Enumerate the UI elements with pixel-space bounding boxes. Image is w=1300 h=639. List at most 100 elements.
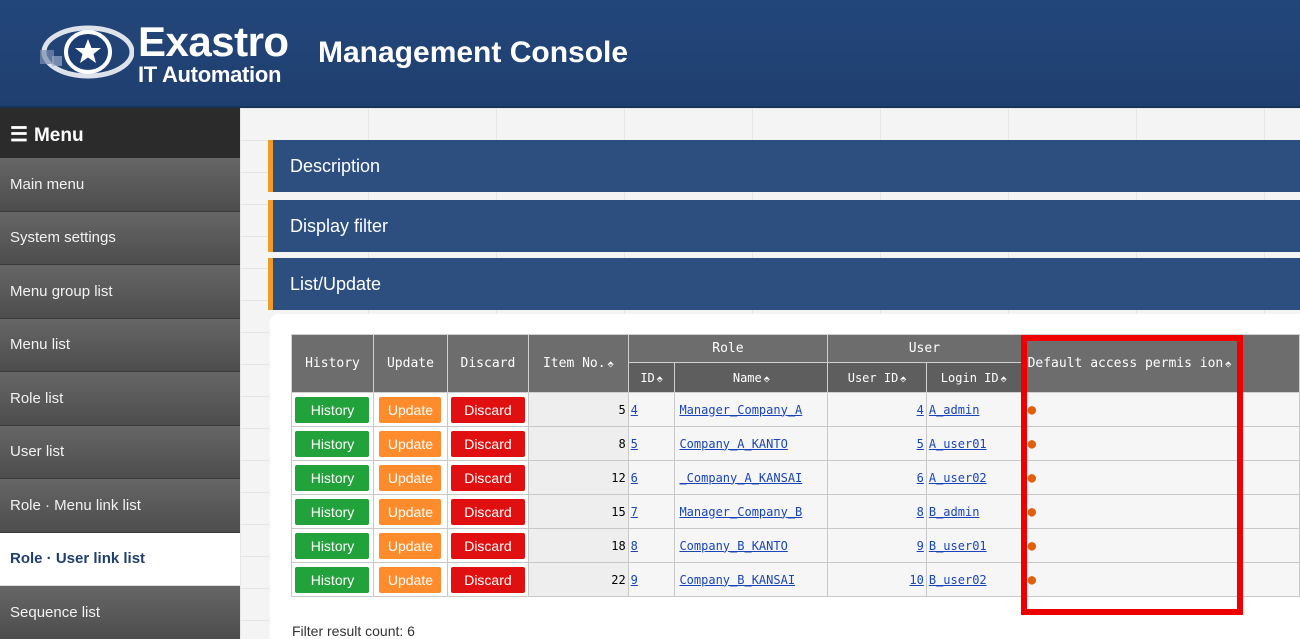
history-button[interactable]: History: [295, 396, 370, 423]
user-id-link[interactable]: 4: [917, 403, 924, 417]
discard-button[interactable]: Discard: [450, 532, 525, 559]
item-no-cell: 15: [527, 494, 629, 529]
update-button[interactable]: Update: [379, 430, 442, 457]
login-id-link[interactable]: B_user02: [929, 573, 987, 587]
exastro-logo: Exastro IT Automation: [30, 18, 289, 88]
user-id-link[interactable]: 9: [917, 539, 924, 553]
main-content: Description Display filter List/Update H…: [240, 108, 1300, 639]
app-title: Management Console: [318, 36, 629, 69]
section-description[interactable]: Description: [268, 140, 1300, 192]
update-button[interactable]: Update: [379, 566, 442, 593]
discard-button[interactable]: Discard: [450, 498, 525, 525]
discard-button[interactable]: Discard: [450, 430, 525, 457]
col-default-access[interactable]: Default access permis ion ⬘: [1020, 334, 1300, 393]
sidebar-item-main-menu[interactable]: Main menu: [0, 158, 240, 212]
sidebar-item-system-settings[interactable]: System settings: [0, 211, 240, 265]
sort-icon: ⬘: [763, 373, 770, 385]
sort-icon: ⬘: [900, 373, 907, 385]
col-update: Update: [372, 334, 448, 393]
role-name-link[interactable]: Company_A_KANTO: [679, 437, 787, 451]
role-id-link[interactable]: 6: [631, 471, 638, 485]
logo-star-icon: [40, 25, 134, 79]
discard-button[interactable]: Discard: [450, 464, 525, 491]
update-button[interactable]: Update: [379, 498, 442, 525]
sidebar-item-role-user-link-list[interactable]: Role · User link list: [0, 532, 240, 586]
history-button[interactable]: History: [295, 566, 370, 593]
table-row: History Update Discard 15 7 Manager_Company_B…: [291, 494, 1300, 529]
history-button[interactable]: History: [295, 498, 370, 525]
sort-icon: ⬘: [1225, 359, 1232, 370]
default-access-mark: ●: [1027, 503, 1037, 520]
sidebar-item-role-list[interactable]: Role list: [0, 372, 240, 426]
history-button[interactable]: History: [295, 464, 370, 491]
app-header: Exastro IT Automation Management Console: [0, 0, 1300, 108]
role-id-link[interactable]: 7: [631, 505, 638, 519]
sort-icon: ⬘: [1000, 373, 1007, 385]
sidebar-item-menu-group-list[interactable]: Menu group list: [0, 265, 240, 319]
filter-result-count: Filter result count: 6: [292, 623, 415, 639]
col-item-no[interactable]: Item No. ⬘: [527, 334, 629, 393]
sort-icon: ⬘: [607, 359, 614, 370]
discard-button[interactable]: Discard: [450, 396, 525, 423]
col-history: History: [291, 334, 374, 393]
col-user-id[interactable]: User ID ⬘: [827, 362, 927, 393]
role-id-link[interactable]: 9: [631, 573, 638, 587]
user-id-link[interactable]: 10: [909, 573, 923, 587]
role-id-link[interactable]: 5: [631, 437, 638, 451]
default-access-mark: ●: [1027, 537, 1037, 554]
col-group-user: User: [827, 334, 1022, 363]
user-id-link[interactable]: 5: [917, 437, 924, 451]
login-id-link[interactable]: A_admin: [929, 403, 980, 417]
role-user-link-table: History Update Discard Item No. ⬘ Role Us…: [291, 334, 1300, 597]
table-row: History Update Discard 5 4 Manager_Company_A 4…: [291, 392, 1300, 427]
login-id-link[interactable]: B_admin: [929, 505, 980, 519]
logo-subtitle: IT Automation: [138, 62, 282, 87]
col-role-id[interactable]: ID ⬘: [627, 362, 676, 393]
login-id-link[interactable]: A_user01: [929, 437, 987, 451]
table-row: History Update Discard 12 6 _Company_A_KANSAI…: [291, 460, 1300, 495]
sidebar: ☰ Menu Main menu System settings Menu gro…: [0, 108, 240, 639]
sidebar-item-menu-list[interactable]: Menu list: [0, 318, 240, 372]
col-role-name[interactable]: Name ⬘: [674, 362, 829, 393]
col-discard: Discard: [446, 334, 529, 393]
user-id-link[interactable]: 8: [917, 505, 924, 519]
section-list-update[interactable]: List/Update: [268, 258, 1300, 310]
role-name-link[interactable]: Manager_Company_A: [679, 403, 802, 417]
default-access-mark: ●: [1027, 571, 1037, 588]
role-id-link[interactable]: 4: [631, 403, 638, 417]
table-row: History Update Discard 8 5 Company_A_KANTO 5 A_…: [291, 426, 1300, 461]
discard-button[interactable]: Discard: [450, 566, 525, 593]
item-no-cell: 8: [527, 426, 629, 461]
col-login-id[interactable]: Login ID ⬘: [925, 362, 1022, 393]
update-button[interactable]: Update: [379, 464, 442, 491]
role-name-link[interactable]: _Company_A_KANSAI: [679, 471, 802, 485]
update-button[interactable]: Update: [379, 396, 442, 423]
item-no-cell: 22: [527, 562, 629, 597]
default-access-mark: ●: [1027, 401, 1037, 418]
role-name-link[interactable]: Company_B_KANTO: [679, 539, 787, 553]
col-group-role: Role: [627, 334, 829, 363]
sort-icon: ⬘: [656, 373, 663, 385]
user-id-link[interactable]: 6: [917, 471, 924, 485]
default-access-mark: ●: [1027, 435, 1037, 452]
login-id-link[interactable]: B_user01: [929, 539, 987, 553]
menu-label: Menu: [33, 125, 84, 146]
table-row: History Update Discard 22 9 Company_B_KANSAI 1…: [291, 562, 1300, 597]
role-id-link[interactable]: 8: [631, 539, 638, 553]
item-no-cell: 18: [527, 528, 629, 563]
table-row: History Update Discard 18 8 Company_B_KANTO 9 B…: [291, 528, 1300, 563]
sidebar-item-role-menu-link-list[interactable]: Role · Menu link list: [0, 479, 240, 533]
history-button[interactable]: History: [295, 430, 370, 457]
history-button[interactable]: History: [295, 532, 370, 559]
sidebar-item-sequence-list[interactable]: Sequence list: [0, 586, 240, 639]
sidebar-item-user-list[interactable]: User list: [0, 425, 240, 479]
logo-word: Exastro: [138, 18, 289, 65]
menu-header[interactable]: ☰ Menu: [0, 108, 240, 158]
role-name-link[interactable]: Company_B_KANSAI: [679, 573, 795, 587]
login-id-link[interactable]: A_user02: [929, 471, 987, 485]
hamburger-icon: ☰: [10, 124, 28, 146]
item-no-cell: 12: [527, 460, 629, 495]
update-button[interactable]: Update: [379, 532, 442, 559]
role-name-link[interactable]: Manager_Company_B: [679, 505, 802, 519]
section-display-filter[interactable]: Display filter: [268, 200, 1300, 252]
